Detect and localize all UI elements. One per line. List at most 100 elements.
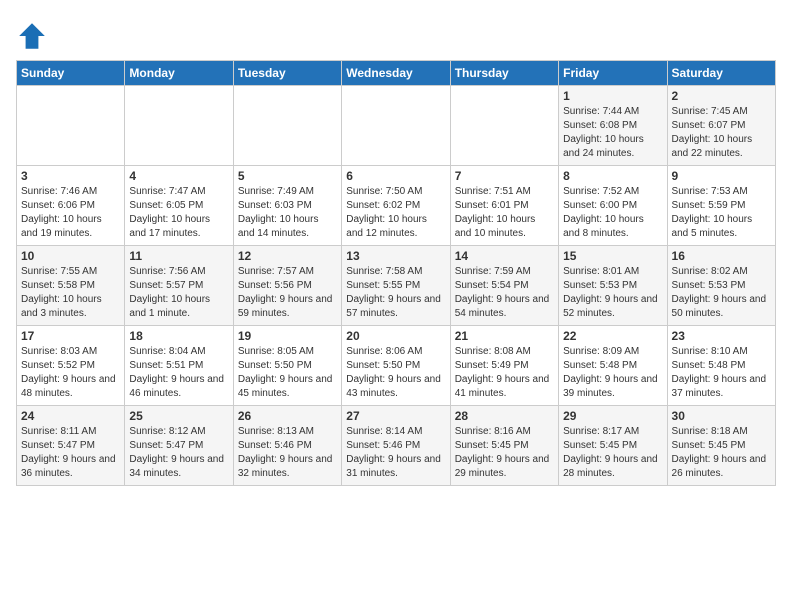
day-info: Sunrise: 7:55 AM Sunset: 5:58 PM Dayligh…: [21, 265, 120, 321]
calendar-cell: 3 Sunrise: 7:46 AM Sunset: 6:06 PM Daylig…: [17, 166, 125, 246]
day-info: Sunrise: 7:52 AM Sunset: 6:00 PM Dayligh…: [563, 185, 662, 241]
day-number: 11: [129, 249, 228, 263]
calendar-cell: 24 Sunrise: 8:11 AM Sunset: 5:47 PM Dayli…: [17, 406, 125, 486]
day-info: Sunrise: 7:45 AM Sunset: 6:07 PM Dayligh…: [672, 105, 771, 161]
calendar-cell: 16Sunrise: 8:02 AM Sunset: 5:53 PM Dayli…: [667, 246, 775, 326]
weekday-header: Thursday: [450, 61, 558, 86]
day-info: Sunrise: 8:01 AM Sunset: 5:53 PM Dayligh…: [563, 265, 662, 321]
day-number: 2: [672, 89, 771, 103]
calendar-cell: 4 Sunrise: 7:47 AM Sunset: 6:05 PM Daylig…: [125, 166, 233, 246]
weekday-header: Wednesday: [342, 61, 450, 86]
calendar-week-row: 1Sunrise: 7:44 AM Sunset: 6:08 PM Daylig…: [17, 86, 776, 166]
page-header: [16, 16, 776, 52]
day-number: 9: [672, 169, 771, 183]
day-number: 4: [129, 169, 228, 183]
calendar-cell: 11 Sunrise: 7:56 AM Sunset: 5:57 PM Dayli…: [125, 246, 233, 326]
day-info: Sunrise: 7:46 AM Sunset: 6:06 PM Dayligh…: [21, 185, 120, 241]
calendar-cell: 19Sunrise: 8:05 AM Sunset: 5:50 PM Dayli…: [233, 326, 341, 406]
day-info: Sunrise: 8:09 AM Sunset: 5:48 PM Dayligh…: [563, 345, 662, 401]
calendar-cell: 12 Sunrise: 7:57 AM Sunset: 5:56 PM Dayli…: [233, 246, 341, 326]
calendar-cell: 1Sunrise: 7:44 AM Sunset: 6:08 PM Daylig…: [559, 86, 667, 166]
day-info: Sunrise: 8:16 AM Sunset: 5:45 PM Dayligh…: [455, 425, 554, 481]
day-number: 27: [346, 409, 445, 423]
day-number: 13: [346, 249, 445, 263]
day-number: 29: [563, 409, 662, 423]
day-info: Sunrise: 8:14 AM Sunset: 5:46 PM Dayligh…: [346, 425, 445, 481]
day-info: Sunrise: 7:56 AM Sunset: 5:57 PM Dayligh…: [129, 265, 228, 321]
day-number: 1: [563, 89, 662, 103]
calendar-cell: 26 Sunrise: 8:13 AM Sunset: 5:46 PM Dayli…: [233, 406, 341, 486]
day-info: Sunrise: 8:18 AM Sunset: 5:45 PM Dayligh…: [672, 425, 771, 481]
calendar-week-row: 24 Sunrise: 8:11 AM Sunset: 5:47 PM Dayli…: [17, 406, 776, 486]
calendar-cell: 10 Sunrise: 7:55 AM Sunset: 5:58 PM Dayli…: [17, 246, 125, 326]
calendar-cell: 14Sunrise: 7:59 AM Sunset: 5:54 PM Dayli…: [450, 246, 558, 326]
calendar-cell: 7 Sunrise: 7:51 AM Sunset: 6:01 PM Daylig…: [450, 166, 558, 246]
day-number: 24: [21, 409, 120, 423]
day-number: 22: [563, 329, 662, 343]
day-number: 18: [129, 329, 228, 343]
day-number: 21: [455, 329, 554, 343]
day-number: 16: [672, 249, 771, 263]
day-number: 5: [238, 169, 337, 183]
calendar-cell: 21 Sunrise: 8:08 AM Sunset: 5:49 PM Dayli…: [450, 326, 558, 406]
weekday-header: Sunday: [17, 61, 125, 86]
calendar-cell: 27 Sunrise: 8:14 AM Sunset: 5:46 PM Dayli…: [342, 406, 450, 486]
day-info: Sunrise: 8:17 AM Sunset: 5:45 PM Dayligh…: [563, 425, 662, 481]
calendar-body: 1Sunrise: 7:44 AM Sunset: 6:08 PM Daylig…: [17, 86, 776, 486]
calendar-cell: [125, 86, 233, 166]
calendar-cell: [233, 86, 341, 166]
day-number: 8: [563, 169, 662, 183]
calendar-cell: 15 Sunrise: 8:01 AM Sunset: 5:53 PM Dayli…: [559, 246, 667, 326]
day-number: 3: [21, 169, 120, 183]
day-number: 7: [455, 169, 554, 183]
day-info: Sunrise: 7:58 AM Sunset: 5:55 PM Dayligh…: [346, 265, 445, 321]
logo: [16, 20, 52, 52]
day-number: 20: [346, 329, 445, 343]
weekday-header: Saturday: [667, 61, 775, 86]
calendar-cell: 2 Sunrise: 7:45 AM Sunset: 6:07 PM Daylig…: [667, 86, 775, 166]
calendar-cell: 6 Sunrise: 7:50 AM Sunset: 6:02 PM Daylig…: [342, 166, 450, 246]
day-info: Sunrise: 7:50 AM Sunset: 6:02 PM Dayligh…: [346, 185, 445, 241]
calendar-table: SundayMondayTuesdayWednesdayThursdayFrid…: [16, 60, 776, 486]
calendar-week-row: 10 Sunrise: 7:55 AM Sunset: 5:58 PM Dayli…: [17, 246, 776, 326]
calendar-cell: 23 Sunrise: 8:10 AM Sunset: 5:48 PM Dayli…: [667, 326, 775, 406]
calendar-cell: 8 Sunrise: 7:52 AM Sunset: 6:00 PM Daylig…: [559, 166, 667, 246]
day-number: 25: [129, 409, 228, 423]
day-number: 30: [672, 409, 771, 423]
day-number: 12: [238, 249, 337, 263]
day-number: 6: [346, 169, 445, 183]
calendar-header: SundayMondayTuesdayWednesdayThursdayFrid…: [17, 61, 776, 86]
calendar-cell: 17 Sunrise: 8:03 AM Sunset: 5:52 PM Dayli…: [17, 326, 125, 406]
calendar-cell: [450, 86, 558, 166]
day-info: Sunrise: 8:03 AM Sunset: 5:52 PM Dayligh…: [21, 345, 120, 401]
calendar-cell: 13 Sunrise: 7:58 AM Sunset: 5:55 PM Dayli…: [342, 246, 450, 326]
day-info: Sunrise: 7:51 AM Sunset: 6:01 PM Dayligh…: [455, 185, 554, 241]
weekday-header: Friday: [559, 61, 667, 86]
day-info: Sunrise: 8:08 AM Sunset: 5:49 PM Dayligh…: [455, 345, 554, 401]
day-number: 14: [455, 249, 554, 263]
calendar-cell: 20 Sunrise: 8:06 AM Sunset: 5:50 PM Dayli…: [342, 326, 450, 406]
calendar-cell: 25Sunrise: 8:12 AM Sunset: 5:47 PM Dayli…: [125, 406, 233, 486]
day-info: Sunrise: 7:53 AM Sunset: 5:59 PM Dayligh…: [672, 185, 771, 241]
day-number: 10: [21, 249, 120, 263]
weekday-header: Monday: [125, 61, 233, 86]
day-info: Sunrise: 8:10 AM Sunset: 5:48 PM Dayligh…: [672, 345, 771, 401]
calendar-cell: [342, 86, 450, 166]
day-info: Sunrise: 8:13 AM Sunset: 5:46 PM Dayligh…: [238, 425, 337, 481]
calendar-cell: 29 Sunrise: 8:17 AM Sunset: 5:45 PM Dayli…: [559, 406, 667, 486]
day-info: Sunrise: 8:05 AM Sunset: 5:50 PM Dayligh…: [238, 345, 337, 401]
day-number: 15: [563, 249, 662, 263]
day-number: 23: [672, 329, 771, 343]
day-number: 26: [238, 409, 337, 423]
day-info: Sunrise: 8:11 AM Sunset: 5:47 PM Dayligh…: [21, 425, 120, 481]
calendar-cell: 5Sunrise: 7:49 AM Sunset: 6:03 PM Daylig…: [233, 166, 341, 246]
day-info: Sunrise: 8:06 AM Sunset: 5:50 PM Dayligh…: [346, 345, 445, 401]
calendar-cell: 28 Sunrise: 8:16 AM Sunset: 5:45 PM Dayli…: [450, 406, 558, 486]
day-number: 28: [455, 409, 554, 423]
day-info: Sunrise: 8:04 AM Sunset: 5:51 PM Dayligh…: [129, 345, 228, 401]
calendar-cell: [17, 86, 125, 166]
day-info: Sunrise: 7:57 AM Sunset: 5:56 PM Dayligh…: [238, 265, 337, 321]
day-info: Sunrise: 7:47 AM Sunset: 6:05 PM Dayligh…: [129, 185, 228, 241]
day-number: 17: [21, 329, 120, 343]
calendar-cell: 9 Sunrise: 7:53 AM Sunset: 5:59 PM Daylig…: [667, 166, 775, 246]
